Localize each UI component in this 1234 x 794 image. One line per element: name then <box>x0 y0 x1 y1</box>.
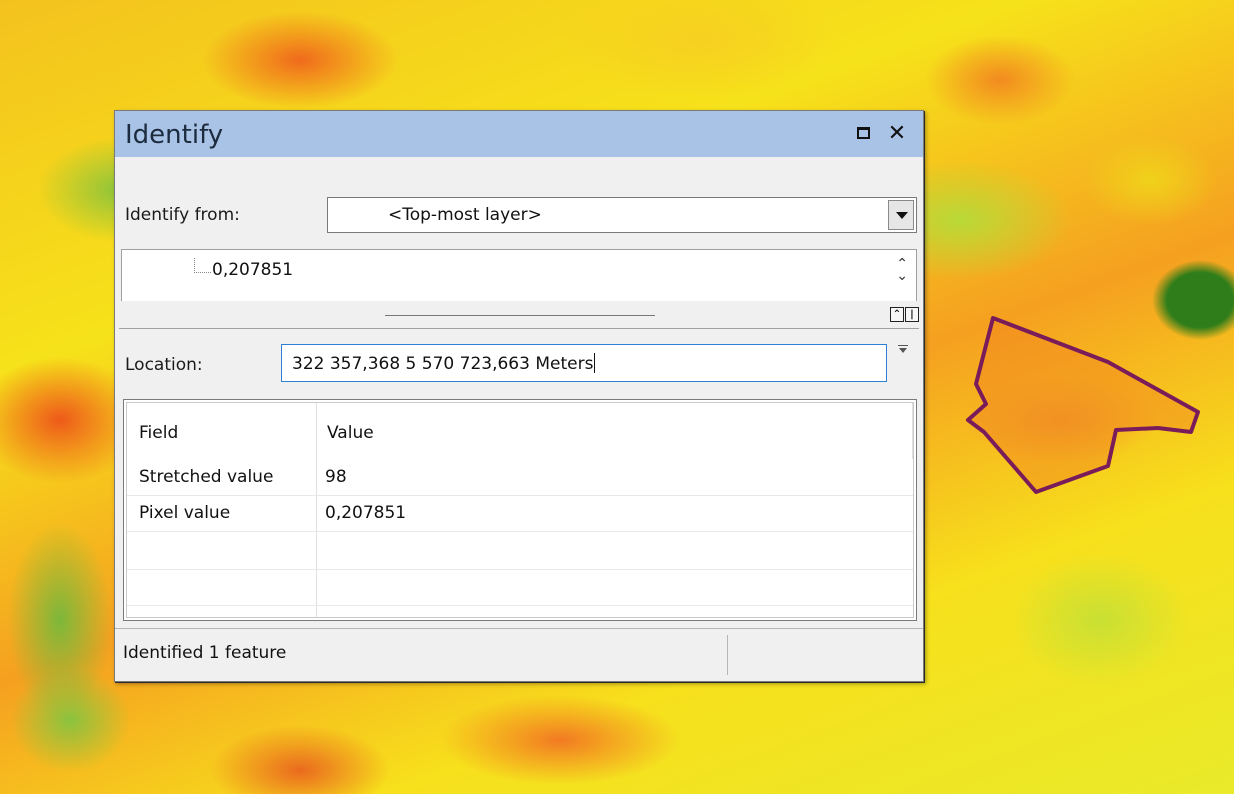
row-separator <box>127 495 913 496</box>
splitter[interactable] <box>385 315 655 316</box>
maximize-icon[interactable] <box>851 121 875 145</box>
column-divider <box>316 403 317 617</box>
identify-from-dropdown[interactable]: <Top-most layer> <box>327 197 917 233</box>
column-header-value[interactable]: Value <box>327 423 374 443</box>
identify-from-label: Identify from: <box>125 205 240 225</box>
selected-polygon[interactable] <box>966 316 1200 494</box>
dropdown-arrow-icon[interactable] <box>888 200 914 230</box>
results-tree[interactable]: 0,207851 ⌃ ⌄ <box>121 249 917 301</box>
dialog-title: Identify <box>125 120 224 150</box>
status-text: Identified 1 feature <box>123 643 287 663</box>
location-field[interactable]: 322 357,368 5 570 723,663 Meters <box>281 344 887 382</box>
table-row-value: 98 <box>325 467 347 487</box>
collapse-icon[interactable]: ⌃ <box>890 307 904 322</box>
tree-node-value[interactable]: 0,207851 <box>212 260 293 280</box>
fields-table: Field Value Stretched value 98 Pixel val… <box>123 399 917 621</box>
divider <box>119 328 919 329</box>
row-separator <box>127 531 913 532</box>
table-row-field: Stretched value <box>139 467 274 487</box>
location-label: Location: <box>125 355 203 375</box>
close-icon[interactable]: ✕ <box>885 121 909 146</box>
table-row-value: 0,207851 <box>325 503 407 523</box>
table-row-field: Pixel value <box>139 503 231 523</box>
splitter-buttons: ⌃ | <box>890 307 919 322</box>
identify-dialog: Identify ✕ Identify from: <Top-most laye… <box>114 110 924 682</box>
location-menu-icon[interactable] <box>898 345 908 353</box>
identify-from-value: <Top-most layer> <box>388 205 542 225</box>
column-header-field[interactable]: Field <box>139 423 178 443</box>
title-bar[interactable]: Identify ✕ <box>115 111 923 157</box>
status-divider <box>727 635 728 675</box>
header-divider <box>912 403 913 459</box>
status-bar: Identified 1 feature <box>115 628 923 681</box>
row-separator <box>127 605 913 606</box>
tree-connector <box>194 258 211 273</box>
text-caret <box>594 353 596 373</box>
location-value: 322 357,368 5 570 723,663 Meters <box>292 354 594 374</box>
row-separator <box>127 569 913 570</box>
scroll-icon[interactable]: ⌃ ⌄ <box>896 257 908 283</box>
split-icon[interactable]: | <box>905 307 919 322</box>
